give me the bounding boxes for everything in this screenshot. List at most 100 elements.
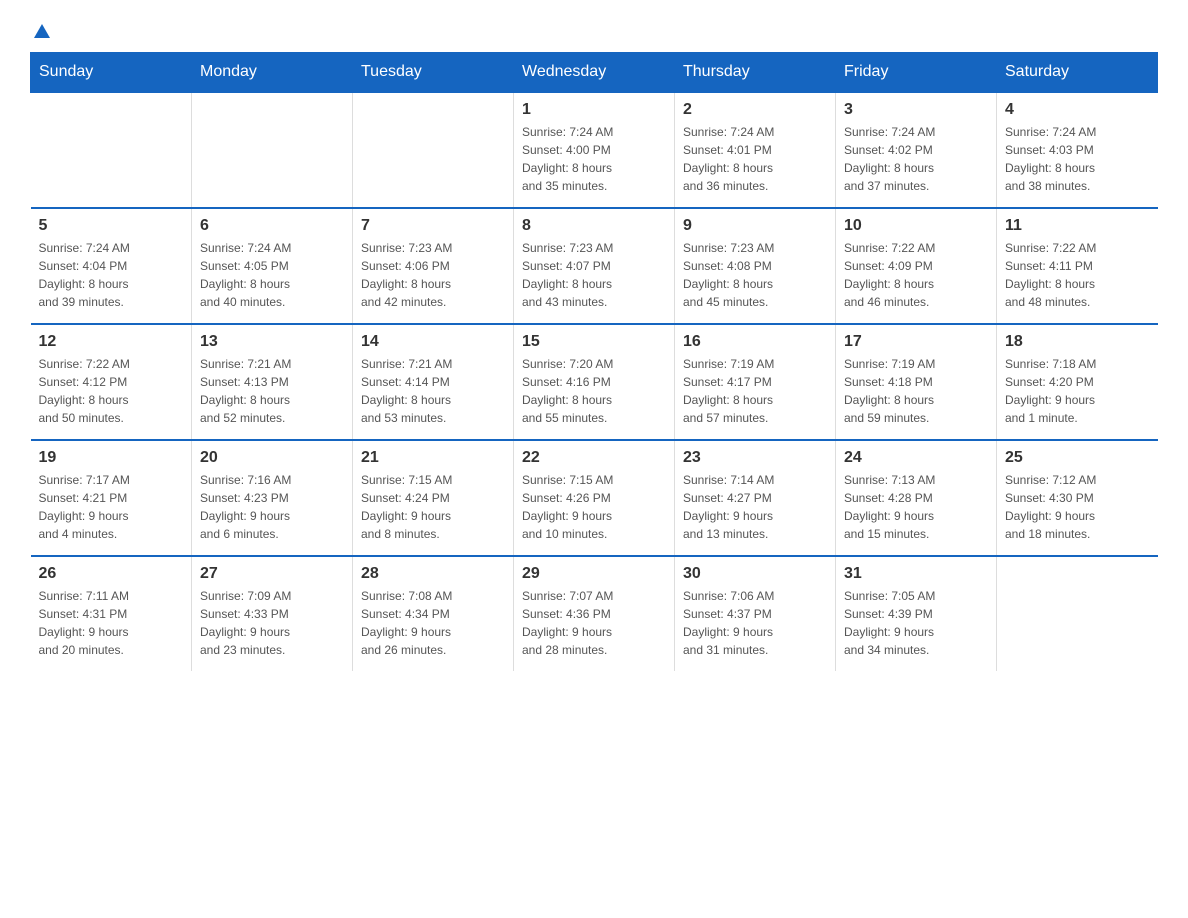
calendar-cell: 19 Sunrise: 7:17 AM Sunset: 4:21 PM Dayli… <box>31 440 192 556</box>
day-info: Sunrise: 7:05 AM Sunset: 4:39 PM Dayligh… <box>844 587 988 659</box>
calendar-cell: 15 Sunrise: 7:20 AM Sunset: 4:16 PM Dayli… <box>514 324 675 440</box>
day-number: 7 <box>361 217 505 235</box>
calendar-cell <box>31 92 192 208</box>
calendar-cell: 29 Sunrise: 7:07 AM Sunset: 4:36 PM Dayli… <box>514 556 675 671</box>
day-number: 31 <box>844 565 988 583</box>
day-number: 22 <box>522 449 666 467</box>
day-info: Sunrise: 7:24 AM Sunset: 4:00 PM Dayligh… <box>522 123 666 195</box>
weekday-header-row: SundayMondayTuesdayWednesdayThursdayFrid… <box>31 53 1158 93</box>
calendar-cell: 2Sunrise: 7:24 AM Sunset: 4:01 PM Daylig… <box>675 92 836 208</box>
day-number: 16 <box>683 333 827 351</box>
page-header <box>30 20 1158 42</box>
day-info: Sunrise: 7:16 AM Sunset: 4:23 PM Dayligh… <box>200 471 344 543</box>
calendar-cell: 18 Sunrise: 7:18 AM Sunset: 4:20 PM Dayli… <box>997 324 1158 440</box>
calendar-header: SundayMondayTuesdayWednesdayThursdayFrid… <box>31 53 1158 93</box>
calendar-cell: 7 Sunrise: 7:23 AM Sunset: 4:06 PM Daylig… <box>353 208 514 324</box>
day-info: Sunrise: 7:08 AM Sunset: 4:34 PM Dayligh… <box>361 587 505 659</box>
day-number: 15 <box>522 333 666 351</box>
day-info: Sunrise: 7:11 AM Sunset: 4:31 PM Dayligh… <box>39 587 184 659</box>
calendar-cell: 25Sunrise: 7:12 AM Sunset: 4:30 PM Dayli… <box>997 440 1158 556</box>
calendar-week-row: 1 Sunrise: 7:24 AM Sunset: 4:00 PM Daylig… <box>31 92 1158 208</box>
day-info: Sunrise: 7:21 AM Sunset: 4:14 PM Dayligh… <box>361 355 505 427</box>
day-info: Sunrise: 7:22 AM Sunset: 4:09 PM Dayligh… <box>844 239 988 311</box>
calendar-cell <box>353 92 514 208</box>
day-info: Sunrise: 7:06 AM Sunset: 4:37 PM Dayligh… <box>683 587 827 659</box>
logo[interactable] <box>30 20 52 42</box>
calendar-cell: 9 Sunrise: 7:23 AM Sunset: 4:08 PM Daylig… <box>675 208 836 324</box>
day-info: Sunrise: 7:19 AM Sunset: 4:18 PM Dayligh… <box>844 355 988 427</box>
day-number: 4 <box>1005 101 1150 119</box>
day-number: 26 <box>39 565 184 583</box>
day-number: 23 <box>683 449 827 467</box>
day-number: 2 <box>683 101 827 119</box>
weekday-header-friday: Friday <box>836 53 997 93</box>
day-number: 10 <box>844 217 988 235</box>
day-info: Sunrise: 7:14 AM Sunset: 4:27 PM Dayligh… <box>683 471 827 543</box>
calendar-cell: 28 Sunrise: 7:08 AM Sunset: 4:34 PM Dayli… <box>353 556 514 671</box>
calendar-cell: 26 Sunrise: 7:11 AM Sunset: 4:31 PM Dayli… <box>31 556 192 671</box>
day-info: Sunrise: 7:07 AM Sunset: 4:36 PM Dayligh… <box>522 587 666 659</box>
calendar-cell: 6Sunrise: 7:24 AM Sunset: 4:05 PM Daylig… <box>192 208 353 324</box>
calendar-cell: 1 Sunrise: 7:24 AM Sunset: 4:00 PM Daylig… <box>514 92 675 208</box>
day-info: Sunrise: 7:24 AM Sunset: 4:02 PM Dayligh… <box>844 123 988 195</box>
calendar-cell: 30Sunrise: 7:06 AM Sunset: 4:37 PM Dayli… <box>675 556 836 671</box>
calendar-cell: 27 Sunrise: 7:09 AM Sunset: 4:33 PM Dayli… <box>192 556 353 671</box>
calendar-cell: 20 Sunrise: 7:16 AM Sunset: 4:23 PM Dayli… <box>192 440 353 556</box>
weekday-header-monday: Monday <box>192 53 353 93</box>
day-number: 17 <box>844 333 988 351</box>
weekday-header-saturday: Saturday <box>997 53 1158 93</box>
day-number: 18 <box>1005 333 1150 351</box>
day-number: 11 <box>1005 217 1150 235</box>
calendar-cell: 5 Sunrise: 7:24 AM Sunset: 4:04 PM Daylig… <box>31 208 192 324</box>
day-number: 20 <box>200 449 344 467</box>
day-info: Sunrise: 7:22 AM Sunset: 4:12 PM Dayligh… <box>39 355 184 427</box>
day-number: 1 <box>522 101 666 119</box>
weekday-header-sunday: Sunday <box>31 53 192 93</box>
day-info: Sunrise: 7:24 AM Sunset: 4:03 PM Dayligh… <box>1005 123 1150 195</box>
calendar-cell <box>997 556 1158 671</box>
day-number: 3 <box>844 101 988 119</box>
day-number: 5 <box>39 217 184 235</box>
day-number: 9 <box>683 217 827 235</box>
weekday-header-tuesday: Tuesday <box>353 53 514 93</box>
day-info: Sunrise: 7:23 AM Sunset: 4:08 PM Dayligh… <box>683 239 827 311</box>
calendar-table: SundayMondayTuesdayWednesdayThursdayFrid… <box>30 52 1158 671</box>
day-number: 13 <box>200 333 344 351</box>
calendar-week-row: 5 Sunrise: 7:24 AM Sunset: 4:04 PM Daylig… <box>31 208 1158 324</box>
calendar-week-row: 12 Sunrise: 7:22 AM Sunset: 4:12 PM Dayli… <box>31 324 1158 440</box>
weekday-header-thursday: Thursday <box>675 53 836 93</box>
day-info: Sunrise: 7:24 AM Sunset: 4:05 PM Dayligh… <box>200 239 344 311</box>
day-number: 29 <box>522 565 666 583</box>
calendar-cell: 11 Sunrise: 7:22 AM Sunset: 4:11 PM Dayli… <box>997 208 1158 324</box>
day-info: Sunrise: 7:24 AM Sunset: 4:04 PM Dayligh… <box>39 239 184 311</box>
day-info: Sunrise: 7:21 AM Sunset: 4:13 PM Dayligh… <box>200 355 344 427</box>
calendar-cell: 12 Sunrise: 7:22 AM Sunset: 4:12 PM Dayli… <box>31 324 192 440</box>
calendar-body: 1 Sunrise: 7:24 AM Sunset: 4:00 PM Daylig… <box>31 92 1158 671</box>
day-info: Sunrise: 7:15 AM Sunset: 4:24 PM Dayligh… <box>361 471 505 543</box>
calendar-cell: 8 Sunrise: 7:23 AM Sunset: 4:07 PM Daylig… <box>514 208 675 324</box>
day-info: Sunrise: 7:17 AM Sunset: 4:21 PM Dayligh… <box>39 471 184 543</box>
day-number: 21 <box>361 449 505 467</box>
day-info: Sunrise: 7:09 AM Sunset: 4:33 PM Dayligh… <box>200 587 344 659</box>
day-info: Sunrise: 7:22 AM Sunset: 4:11 PM Dayligh… <box>1005 239 1150 311</box>
day-info: Sunrise: 7:23 AM Sunset: 4:06 PM Dayligh… <box>361 239 505 311</box>
day-info: Sunrise: 7:12 AM Sunset: 4:30 PM Dayligh… <box>1005 471 1150 543</box>
calendar-cell: 3 Sunrise: 7:24 AM Sunset: 4:02 PM Daylig… <box>836 92 997 208</box>
calendar-week-row: 19 Sunrise: 7:17 AM Sunset: 4:21 PM Dayli… <box>31 440 1158 556</box>
day-info: Sunrise: 7:18 AM Sunset: 4:20 PM Dayligh… <box>1005 355 1150 427</box>
day-number: 27 <box>200 565 344 583</box>
calendar-cell: 23 Sunrise: 7:14 AM Sunset: 4:27 PM Dayli… <box>675 440 836 556</box>
logo-triangle-icon <box>32 22 52 42</box>
day-number: 28 <box>361 565 505 583</box>
day-number: 14 <box>361 333 505 351</box>
day-info: Sunrise: 7:20 AM Sunset: 4:16 PM Dayligh… <box>522 355 666 427</box>
calendar-cell: 21 Sunrise: 7:15 AM Sunset: 4:24 PM Dayli… <box>353 440 514 556</box>
calendar-cell: 16Sunrise: 7:19 AM Sunset: 4:17 PM Dayli… <box>675 324 836 440</box>
calendar-cell: 13 Sunrise: 7:21 AM Sunset: 4:13 PM Dayli… <box>192 324 353 440</box>
day-number: 12 <box>39 333 184 351</box>
day-number: 8 <box>522 217 666 235</box>
calendar-cell: 4 Sunrise: 7:24 AM Sunset: 4:03 PM Daylig… <box>997 92 1158 208</box>
day-info: Sunrise: 7:15 AM Sunset: 4:26 PM Dayligh… <box>522 471 666 543</box>
day-info: Sunrise: 7:23 AM Sunset: 4:07 PM Dayligh… <box>522 239 666 311</box>
day-number: 19 <box>39 449 184 467</box>
